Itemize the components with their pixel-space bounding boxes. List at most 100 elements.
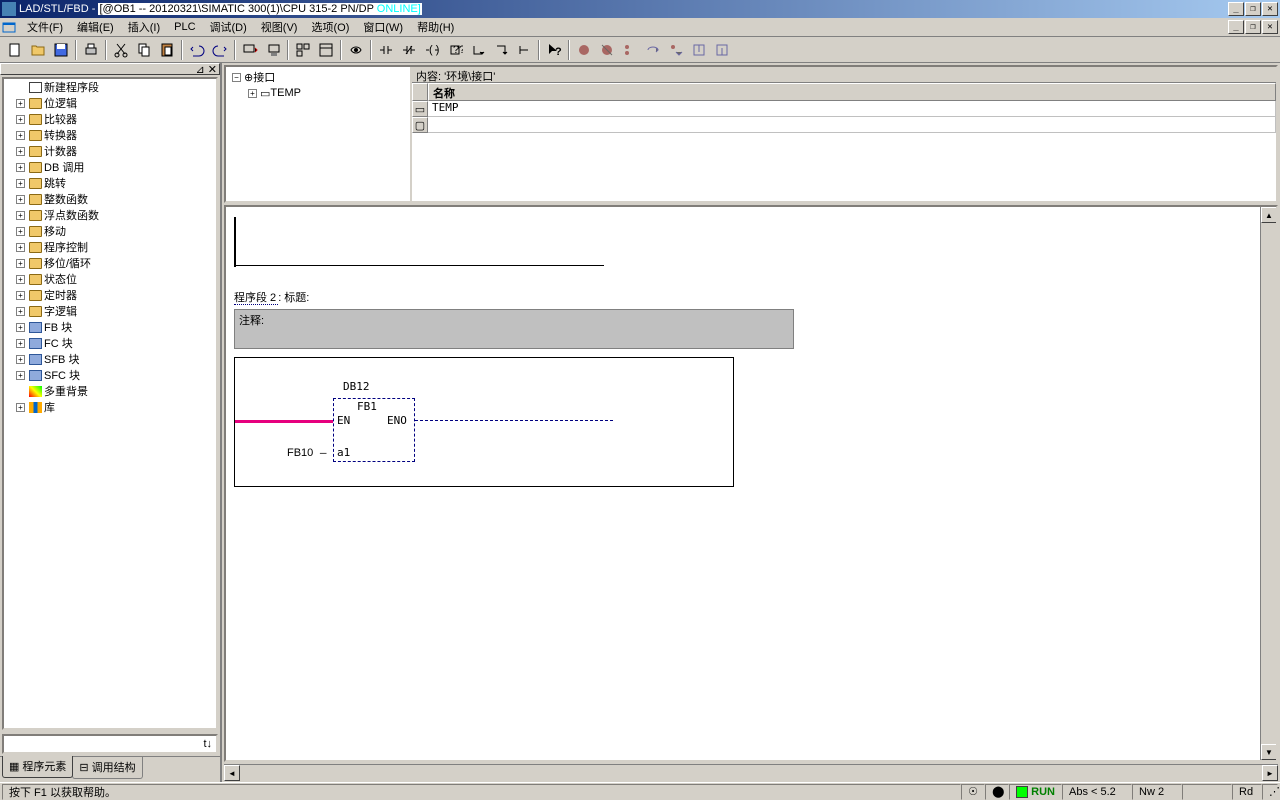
branch-open-button[interactable] — [467, 39, 489, 61]
tree-item[interactable]: +跳转 — [16, 175, 216, 191]
expand-icon[interactable]: + — [16, 355, 25, 364]
expand-icon[interactable]: + — [16, 275, 25, 284]
expand-icon[interactable]: + — [16, 323, 25, 332]
menu-edit[interactable]: 编辑(E) — [70, 17, 121, 37]
doc-minimize-button[interactable]: _ — [1228, 20, 1244, 34]
table-row[interactable]: ▭ TEMP — [412, 101, 1276, 117]
tree-item[interactable]: +移位/循环 — [16, 255, 216, 271]
scroll-up-icon[interactable]: ▲ — [1261, 207, 1277, 223]
new-button[interactable] — [4, 39, 26, 61]
tree-item[interactable]: +移动 — [16, 223, 216, 239]
tree-item[interactable]: +SFB 块 — [16, 351, 216, 367]
collapse-icon[interactable]: − — [232, 73, 241, 82]
menu-view[interactable]: 视图(V) — [254, 17, 305, 37]
horizontal-scrollbar[interactable]: ◄ ► — [224, 764, 1278, 780]
tree-item[interactable]: +FC 块 — [16, 335, 216, 351]
contact-no-button[interactable] — [375, 39, 397, 61]
doc-restore-button[interactable]: ❐ — [1245, 20, 1261, 34]
expand-icon[interactable]: + — [16, 259, 25, 268]
box-button[interactable]: ?? — [444, 39, 466, 61]
expand-icon[interactable]: + — [16, 403, 25, 412]
tree-item[interactable]: +比较器 — [16, 111, 216, 127]
tree-item[interactable]: +新建程序段 — [16, 79, 216, 95]
menu-insert[interactable]: 插入(I) — [121, 17, 167, 37]
menu-window[interactable]: 窗口(W) — [356, 17, 410, 37]
step-out-button[interactable] — [688, 39, 710, 61]
expand-icon[interactable]: + — [16, 179, 25, 188]
menu-options[interactable]: 选项(O) — [304, 17, 356, 37]
expand-icon[interactable]: + — [16, 115, 25, 124]
contact-nc-button[interactable] — [398, 39, 420, 61]
copy-button[interactable] — [133, 39, 155, 61]
expand-icon[interactable]: + — [16, 195, 25, 204]
menu-help[interactable]: 帮助(H) — [410, 17, 461, 37]
scroll-down-icon[interactable]: ▼ — [1261, 744, 1277, 760]
monitor-button[interactable] — [345, 39, 367, 61]
open-button[interactable] — [27, 39, 49, 61]
expand-icon[interactable]: + — [16, 291, 25, 300]
fb-input-label[interactable]: FB10 – — [287, 446, 327, 459]
overview-button[interactable] — [292, 39, 314, 61]
ladder-diagram[interactable]: DB12 FB1 EN ENO a1 FB10 – — [234, 357, 734, 487]
tab-program-elements[interactable]: ▦程序元素 — [2, 756, 73, 778]
menu-file[interactable]: 文件(F) — [20, 17, 70, 37]
network-header[interactable]: 程序段 2: 标题: — [234, 289, 1260, 305]
help-cursor-button[interactable]: ? — [543, 39, 565, 61]
detail-button[interactable] — [315, 39, 337, 61]
expand-icon[interactable]: + — [16, 339, 25, 348]
filter-input[interactable]: t↓ — [2, 734, 218, 754]
filter-dropdown-icon[interactable]: t↓ — [203, 738, 212, 750]
bp-delete-button[interactable] — [596, 39, 618, 61]
step-over-button[interactable] — [642, 39, 664, 61]
expand-icon[interactable]: + — [16, 131, 25, 140]
menu-debug[interactable]: 调试(D) — [203, 17, 254, 37]
undo-button[interactable] — [186, 39, 208, 61]
doc-close-button[interactable]: ✕ — [1262, 20, 1278, 34]
tree-item[interactable]: +定时器 — [16, 287, 216, 303]
tab-call-structure[interactable]: ⊟调用结构 — [72, 757, 142, 779]
interface-tree[interactable]: −⊕ 接口 +▭ TEMP — [226, 67, 412, 201]
download-button[interactable] — [239, 39, 261, 61]
scroll-left-icon[interactable]: ◄ — [224, 765, 240, 781]
expand-icon[interactable]: + — [16, 211, 25, 220]
expand-icon[interactable]: + — [16, 147, 25, 156]
table-row[interactable]: ▢ — [412, 117, 1276, 133]
minimize-button[interactable]: _ — [1228, 2, 1244, 16]
tree-item[interactable]: +状态位 — [16, 271, 216, 287]
tree-item[interactable]: +多重背景 — [16, 383, 216, 399]
tree-item[interactable]: +转换器 — [16, 127, 216, 143]
bp-set-button[interactable] — [573, 39, 595, 61]
element-tree[interactable]: +新建程序段+位逻辑+比较器+转换器+计数器+DB 调用+跳转+整数函数+浮点数… — [2, 77, 218, 730]
tree-item[interactable]: +程序控制 — [16, 239, 216, 255]
comment-box[interactable]: 注释: — [234, 309, 794, 349]
menu-plc[interactable]: PLC — [167, 19, 202, 35]
paste-button[interactable] — [156, 39, 178, 61]
sidebar-close-icon[interactable]: ⊿ ✕ — [196, 63, 218, 76]
scroll-right-icon[interactable]: ► — [1262, 765, 1278, 781]
cut-button[interactable] — [110, 39, 132, 61]
save-button[interactable] — [50, 39, 72, 61]
tree-item[interactable]: +计数器 — [16, 143, 216, 159]
close-button[interactable]: ✕ — [1262, 2, 1278, 16]
coil-button[interactable]: ( ) — [421, 39, 443, 61]
print-button[interactable] — [80, 39, 102, 61]
expand-icon[interactable]: + — [16, 243, 25, 252]
step-into-button[interactable] — [665, 39, 687, 61]
tree-item[interactable]: +DB 调用 — [16, 159, 216, 175]
tree-item[interactable]: +FB 块 — [16, 319, 216, 335]
vertical-scrollbar[interactable]: ▲ ▼ — [1260, 207, 1276, 760]
tree-item[interactable]: +SFC 块 — [16, 367, 216, 383]
tree-item[interactable]: +浮点数函数 — [16, 207, 216, 223]
tree-item[interactable]: +整数函数 — [16, 191, 216, 207]
expand-icon[interactable]: + — [16, 163, 25, 172]
expand-icon[interactable]: + — [248, 89, 257, 98]
expand-icon[interactable]: + — [16, 99, 25, 108]
upload-button[interactable] — [262, 39, 284, 61]
expand-icon[interactable]: + — [16, 227, 25, 236]
run-to-button[interactable] — [711, 39, 733, 61]
redo-button[interactable] — [209, 39, 231, 61]
restore-button[interactable]: ❐ — [1245, 2, 1261, 16]
branch-close-button[interactable] — [490, 39, 512, 61]
connection-button[interactable] — [513, 39, 535, 61]
tree-item[interactable]: +位逻辑 — [16, 95, 216, 111]
